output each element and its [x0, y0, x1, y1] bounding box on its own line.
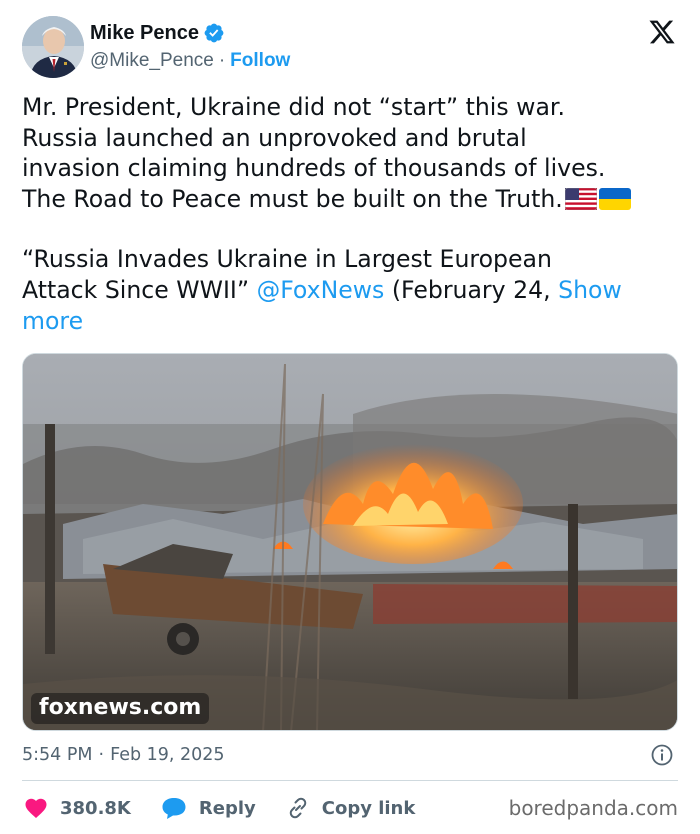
quote-date-text: (February 24, — [384, 275, 559, 304]
tweet-line: The Road to Peace must be built on the T… — [22, 184, 563, 213]
author-name[interactable]: Mike Pence — [90, 22, 199, 45]
tweet-actions: 380.8K Reply Copy link boredpanda.com — [22, 792, 678, 824]
copy-link-label: Copy link — [321, 797, 416, 819]
quote-line-with-links: Attack Since WWII” @FoxNews (February 24… — [22, 275, 682, 306]
like-count: 380.8K — [60, 797, 131, 819]
quote-text: Attack Since WWII” — [22, 275, 257, 304]
quote-line: “Russia Invades Ukraine in Largest Europ… — [22, 245, 552, 274]
meta-separator: · — [98, 745, 105, 765]
tweet-header: Mike Pence @Mike_Pence · Follow — [22, 14, 678, 80]
like-button[interactable]: 380.8K — [24, 797, 131, 819]
author-handle[interactable]: @Mike_Pence — [90, 50, 214, 72]
heart-icon — [25, 798, 47, 818]
x-logo-icon[interactable] — [648, 18, 676, 46]
show-more-link-continued[interactable]: more — [22, 306, 682, 337]
media-watermark: foxnews.com — [31, 693, 210, 724]
avatar-image — [22, 16, 84, 78]
link-icon — [289, 797, 307, 819]
tweet-media[interactable]: foxnews.com — [22, 353, 678, 731]
tweet-text: Mr. President, Ukraine did not “start” t… — [22, 92, 682, 336]
speech-bubble-icon — [162, 798, 186, 819]
verified-badge-icon — [204, 23, 224, 43]
tweet-line: invasion claiming hundreds of thousands … — [22, 154, 606, 183]
separator-dot: · — [218, 50, 226, 71]
reply-label: Reply — [198, 797, 256, 819]
info-icon[interactable] — [650, 743, 674, 767]
tweet-timestamp[interactable]: 5:54 PM · Feb 19, 2025 — [22, 742, 678, 768]
mention-link[interactable]: @FoxNews — [257, 276, 385, 304]
divider — [22, 780, 678, 781]
tweet-time: 5:54 PM — [22, 745, 93, 765]
follow-button[interactable]: Follow — [230, 50, 290, 72]
burning-village-photo — [23, 354, 677, 730]
us-flag-icon — [564, 187, 597, 210]
show-more-link[interactable]: Show — [558, 276, 622, 304]
copy-link-button[interactable]: Copy link — [286, 796, 416, 820]
ukraine-flag-icon — [598, 187, 631, 210]
tweet-line-with-flags: The Road to Peace must be built on the T… — [22, 184, 682, 215]
tweet-line: Mr. President, Ukraine did not “start” t… — [22, 93, 565, 121]
tweet-line: Russia launched an unprovoked and brutal — [22, 123, 527, 152]
avatar[interactable] — [22, 16, 84, 78]
tweet-date: Feb 19, 2025 — [110, 745, 225, 765]
source-watermark: boredpanda.com — [508, 796, 678, 820]
reply-button[interactable]: Reply — [161, 796, 256, 820]
